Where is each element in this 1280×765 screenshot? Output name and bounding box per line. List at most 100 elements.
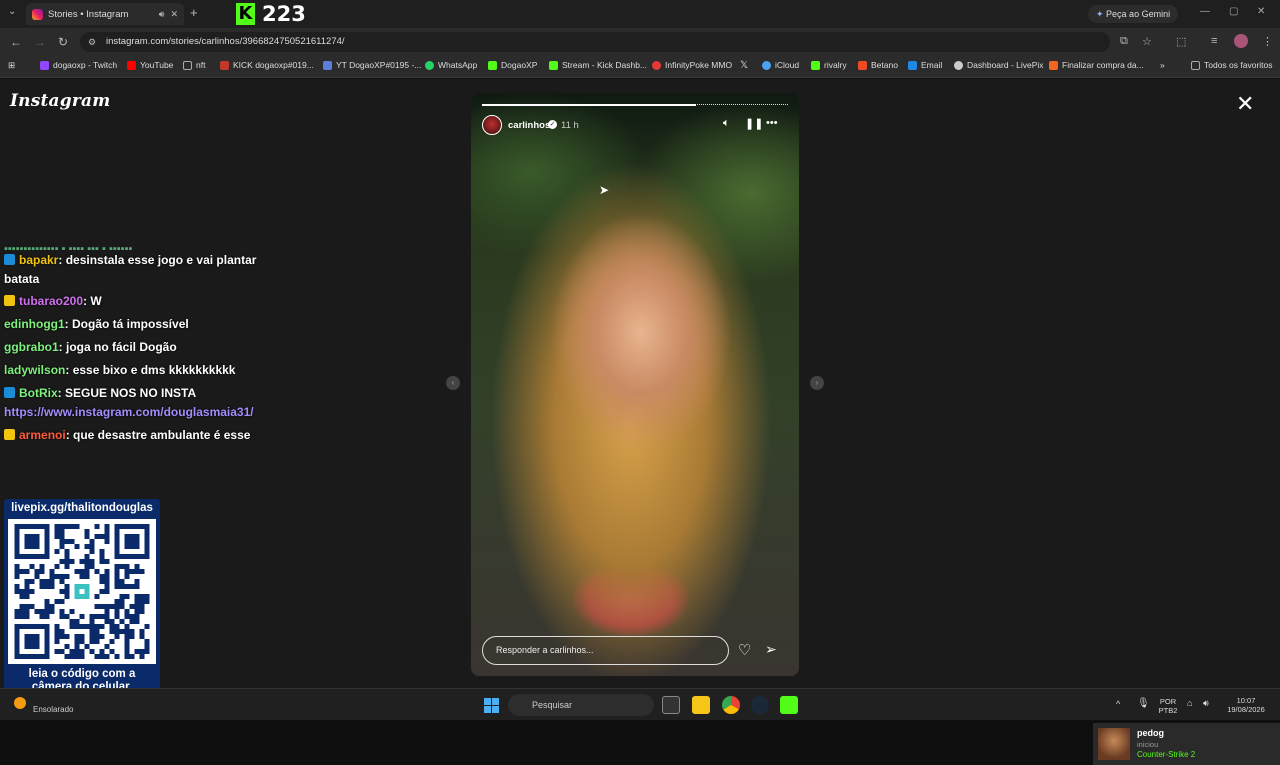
- chat-username: ladywilson: [4, 363, 66, 377]
- file-explorer-icon[interactable]: [692, 696, 710, 714]
- bookmark-item[interactable]: dogaoxp - Twitch: [40, 60, 117, 70]
- instagram-logo[interactable]: Instagram: [10, 91, 110, 111]
- extensions-icon[interactable]: ⬚: [1176, 35, 1186, 48]
- bookmark-label: YouTube: [140, 60, 174, 70]
- kick-app-icon[interactable]: [780, 696, 798, 714]
- bookmark-label: rivalry: [824, 60, 847, 70]
- profile-avatar[interactable]: [1234, 34, 1248, 48]
- bookmark-label: YT DogaoXP#0195 -...: [336, 60, 422, 70]
- task-view-icon[interactable]: [662, 696, 680, 714]
- chat-text: : joga no fácil Dogão: [58, 340, 177, 354]
- site-info-icon[interactable]: ⚙: [88, 37, 96, 48]
- stream-notification: pedog iniciou Counter-Strike 2: [1093, 723, 1280, 765]
- bookmark-item[interactable]: Stream - Kick Dashb...: [549, 60, 647, 70]
- volume-icon[interactable]: 🔊︎: [1203, 699, 1209, 708]
- bookmark-item[interactable]: Dashboard - LivePix: [954, 60, 1044, 70]
- instagram-favicon-icon: [32, 8, 43, 20]
- livepix-cta-line1: leia o código com a: [28, 668, 136, 680]
- microphone-icon[interactable]: 🎙︎: [1137, 699, 1150, 709]
- weather-label[interactable]: Ensolarado: [33, 705, 73, 714]
- new-tab-button[interactable]: +: [190, 5, 198, 20]
- taskbar-search-input[interactable]: Pesquisar: [508, 694, 654, 716]
- like-heart-icon[interactable]: ♡: [738, 641, 751, 659]
- story-username[interactable]: carlinhos: [508, 120, 550, 131]
- mute-icon[interactable]: 🔈︎: [723, 117, 730, 130]
- bookmark-item[interactable]: WhatsApp: [425, 60, 477, 70]
- chat-username: bapakr: [19, 253, 59, 267]
- apps-grid-icon[interactable]: ⊞: [8, 60, 15, 71]
- bookmark-item[interactable]: nft: [183, 60, 205, 70]
- menu-icon[interactable]: ⋮: [1262, 35, 1273, 48]
- instagram-stories-page: Instagram ✕ ‹ › carlinhos ✓ 11 h 🔈︎ ❚❚ •…: [0, 79, 1280, 765]
- verified-badge-icon: ✓: [548, 120, 557, 129]
- kick-icon: [488, 60, 497, 70]
- chat-message: BotRix: SEGUE NOS NO INSTA: [4, 384, 196, 403]
- start-menu-icon[interactable]: [484, 698, 499, 713]
- tab-instagram-stories[interactable]: Stories • Instagram 🔊︎ ✕: [26, 3, 184, 25]
- story-viewer[interactable]: carlinhos ✓ 11 h 🔈︎ ❚❚ ••• ➤ Responder a…: [471, 93, 799, 676]
- gemini-label: Peça ao Gemini: [1106, 9, 1171, 19]
- chat-text: : SEGUE NOS NO INSTA: [57, 386, 197, 400]
- bookmark-item[interactable]: DogaoXP: [488, 60, 537, 70]
- url-input[interactable]: instagram.com/stories/carlinhos/39668247…: [80, 32, 1110, 52]
- bookmark-item[interactable]: Finalizar compra da...: [1049, 60, 1144, 70]
- twitch-icon: [40, 60, 49, 70]
- gemini-button[interactable]: ✦ Peça ao Gemini: [1088, 5, 1179, 23]
- more-options-icon[interactable]: •••: [766, 117, 778, 129]
- chat-username: edinhogg1: [4, 317, 65, 331]
- steam-icon[interactable]: [751, 696, 769, 714]
- bookmark-item[interactable]: iCloud: [762, 60, 799, 70]
- send-icon[interactable]: ➢: [765, 641, 777, 658]
- tab-list-icon[interactable]: ⌄: [8, 6, 16, 17]
- minimize-icon[interactable]: —: [1200, 6, 1210, 17]
- email-icon: [908, 60, 917, 70]
- all-bookmarks-label: Todos os favoritos: [1204, 60, 1273, 70]
- address-bar-row: ← → ↻ instagram.com/stories/carlinhos/39…: [0, 28, 1280, 56]
- bookmark-star-icon[interactable]: ☆: [1142, 35, 1152, 48]
- media-control-icon[interactable]: ≡: [1211, 35, 1217, 47]
- chat-message: armenoi: que desastre ambulante é esse: [4, 426, 250, 445]
- install-app-icon[interactable]: ⧉: [1120, 35, 1128, 48]
- more-bookmarks-icon[interactable]: »: [1160, 60, 1165, 70]
- bookmark-label: dogaoxp - Twitch: [53, 60, 118, 70]
- chrome-icon[interactable]: [722, 696, 740, 714]
- bookmark-item[interactable]: YT DogaoXP#0195 -...: [323, 60, 421, 70]
- icloud-icon: [762, 60, 771, 70]
- language-indicator[interactable]: POR PTB2: [1156, 697, 1180, 715]
- tray-expand-icon[interactable]: ^: [1116, 700, 1120, 709]
- forward-icon[interactable]: →: [34, 35, 46, 49]
- chat-badge-icon: [4, 387, 15, 398]
- shop-icon: [1049, 60, 1058, 70]
- story-progress-bar: [482, 104, 788, 106]
- bookmark-item[interactable]: Betano: [858, 60, 898, 70]
- next-story-icon[interactable]: ›: [810, 376, 824, 390]
- mouse-cursor-icon: ➤: [599, 183, 610, 197]
- back-icon[interactable]: ←: [10, 35, 22, 49]
- audio-icon[interactable]: 🔊︎: [159, 9, 165, 20]
- bookmark-item[interactable]: YouTube: [127, 60, 173, 70]
- bookmark-item[interactable]: InfinityPoke MMO: [652, 60, 732, 70]
- tab-close-icon[interactable]: ✕: [170, 9, 178, 20]
- maximize-icon[interactable]: ▢: [1229, 6, 1238, 17]
- clock[interactable]: 10:07 19/08/2026: [1218, 696, 1274, 714]
- weather-sun-icon[interactable]: [14, 697, 26, 709]
- story-avatar[interactable]: [482, 115, 502, 135]
- reload-icon[interactable]: ↻: [58, 35, 68, 49]
- bookmark-item[interactable]: KICK dogaoxp#019...: [220, 60, 314, 70]
- all-bookmarks-folder[interactable]: Todos os favoritos: [1191, 60, 1273, 70]
- close-story-icon[interactable]: ✕: [1236, 93, 1254, 115]
- bookmark-item[interactable]: 𝕏: [740, 60, 748, 71]
- reply-input[interactable]: Responder a carlinhos...: [482, 636, 729, 665]
- window-close-icon[interactable]: ✕: [1257, 6, 1265, 17]
- chat-text: : desinstala esse jogo e vai plantar: [58, 253, 257, 267]
- pokeball-icon: [652, 60, 661, 70]
- tab-title: Stories • Instagram: [48, 8, 129, 20]
- bookmark-label: Dashboard - LivePix: [967, 60, 1044, 70]
- bookmark-item[interactable]: Email: [908, 60, 942, 70]
- network-icon[interactable]: ⌂: [1187, 699, 1192, 708]
- chat-text: : W: [83, 294, 102, 308]
- pause-icon[interactable]: ❚❚: [745, 117, 763, 130]
- bookmark-item[interactable]: rivalry: [811, 60, 847, 70]
- previous-story-icon[interactable]: ‹: [446, 376, 460, 390]
- clock-time: 10:07: [1236, 696, 1256, 705]
